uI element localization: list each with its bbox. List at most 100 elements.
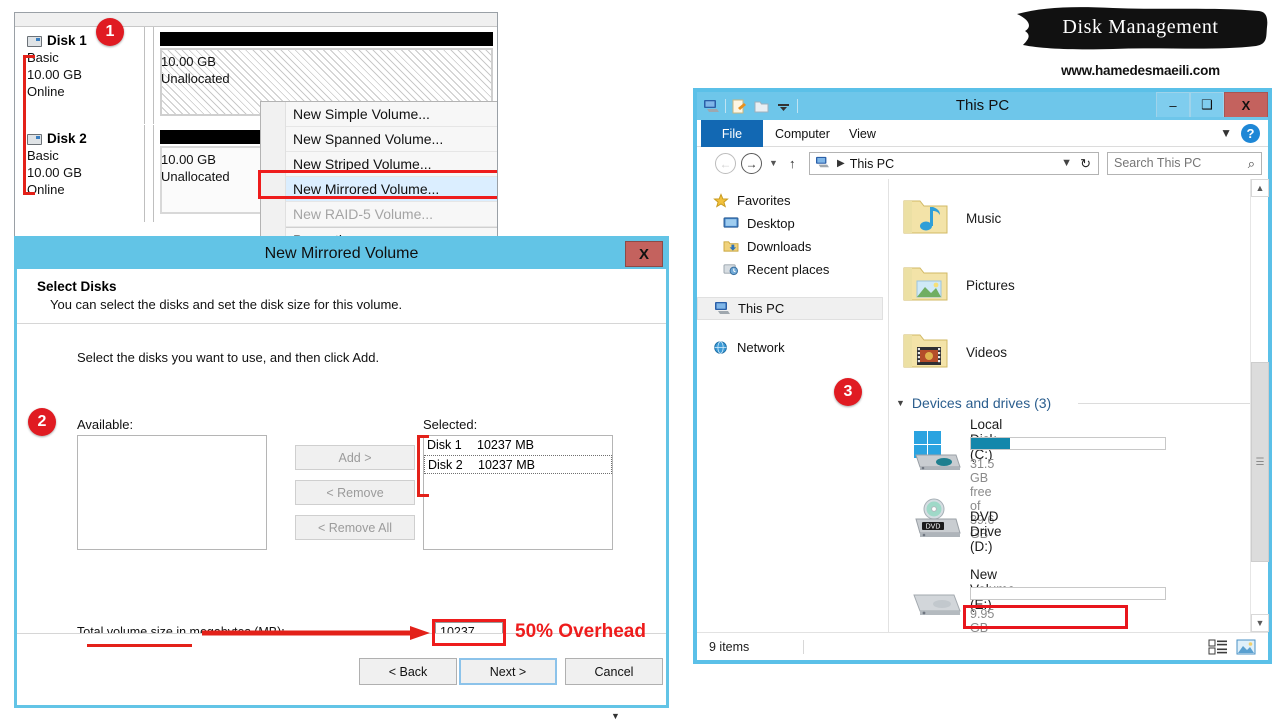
close-icon[interactable]: X	[625, 241, 663, 267]
downloads-icon	[723, 239, 740, 254]
annotation-bracket-selected-disks	[417, 435, 429, 497]
remove-disk-button: < Remove	[295, 480, 415, 505]
list-item-label: Pictures	[966, 277, 1015, 293]
annotation-underline-total-label	[87, 644, 192, 647]
selected-disks-listbox[interactable]: Disk 1 10237 MB Disk 2 10237 MB	[423, 435, 613, 550]
explorer-navigation-pane[interactable]: Favorites Desktop Downloads Recent place…	[697, 179, 889, 632]
sidebar-item-desktop[interactable]: Desktop	[697, 212, 888, 235]
network-icon	[713, 340, 730, 355]
dialog-content: Select the disks you want to use, and th…	[17, 325, 666, 721]
list-item[interactable]: Pictures	[900, 254, 1015, 316]
breadcrumb: This PC	[849, 156, 895, 171]
drive-capacity-bar	[970, 587, 1166, 600]
list-item-label: Music	[966, 210, 1002, 226]
annotation-badge-2: 2	[28, 408, 56, 436]
large-icons-view-icon[interactable]	[1236, 638, 1256, 656]
dialog-header: Select Disks You can select the disks an…	[17, 269, 666, 324]
back-icon[interactable]: ←	[715, 153, 736, 174]
recent-locations-chevron-icon[interactable]: ▼	[769, 158, 778, 168]
menu-item-new-mirrored-volume[interactable]: New Mirrored Volume...	[261, 177, 497, 202]
explorer-titlebar: This PC – ❑ X	[697, 92, 1268, 120]
collapse-triangle-icon[interactable]: ▼	[896, 398, 905, 408]
dialog-step-subtitle: You can select the disks and set the dis…	[50, 297, 403, 312]
sidebar-item-recent-places[interactable]: Recent places	[697, 258, 888, 281]
tab-file[interactable]: File	[701, 120, 763, 147]
brand-banner: Disk Management	[1013, 5, 1268, 50]
context-menu-icon-gutter	[261, 102, 286, 239]
tab-computer[interactable]: Computer	[775, 120, 830, 147]
available-disks-listbox[interactable]	[77, 435, 267, 550]
sidebar-item-network[interactable]: Network	[697, 336, 888, 359]
brand-title: Disk Management	[1062, 16, 1219, 38]
annotation-arrow-icon	[202, 626, 430, 640]
next-button[interactable]: Next >	[459, 658, 557, 685]
dvd-drive-icon: DVD	[908, 497, 964, 546]
add-disk-button: Add >	[295, 445, 415, 470]
sidebar-item-label: Network	[737, 340, 785, 355]
up-icon[interactable]: ↑	[789, 156, 796, 171]
selected-disk-row[interactable]: Disk 2 10237 MB	[424, 455, 612, 474]
sidebar-item-label: Downloads	[747, 239, 812, 254]
this-pc-icon	[714, 301, 731, 316]
menu-item-new-spanned-volume[interactable]: New Spanned Volume...	[261, 127, 497, 152]
chevron-down-icon[interactable]: ▼	[1220, 126, 1232, 140]
dialog-titlebar: New Mirrored Volume X	[17, 239, 666, 269]
sidebar-item-this-pc[interactable]: This PC	[697, 297, 883, 320]
refresh-icon[interactable]: ↻	[1080, 156, 1091, 172]
scrollbar-thumb[interactable]: ☰	[1251, 362, 1269, 562]
selected-disk-name: Disk 1	[427, 438, 462, 452]
cancel-button[interactable]: Cancel	[565, 658, 663, 685]
stepper-down-icon[interactable]: ▼	[607, 705, 624, 728]
window-controls[interactable]: – ❑ X	[1156, 92, 1268, 120]
disk-management-panel: Disk 1 Basic 10.00 GB Online 10.00 GB Un…	[14, 12, 498, 240]
sidebar-item-downloads[interactable]: Downloads	[697, 235, 888, 258]
scroll-down-icon[interactable]: ▼	[1251, 614, 1269, 632]
forward-icon[interactable]: →	[741, 153, 762, 174]
list-item-label: Videos	[966, 344, 1008, 360]
disk-management-header-strip	[15, 13, 497, 27]
menu-item-new-striped-volume[interactable]: New Striped Volume...	[261, 152, 497, 177]
explorer-status-bar: 9 items	[697, 632, 1268, 660]
disk-1-type: Basic	[27, 50, 59, 65]
svg-text:DVD: DVD	[926, 524, 941, 531]
videos-folder-icon	[900, 327, 952, 378]
back-button[interactable]: < Back	[359, 658, 457, 685]
disk-management-body: Disk 1 Basic 10.00 GB Online 10.00 GB Un…	[15, 27, 497, 239]
annotation-badge-3: 3	[834, 378, 862, 406]
disk-context-menu[interactable]: New Simple Volume... New Spanned Volume.…	[258, 101, 497, 239]
disk-1-info: Disk 1 Basic 10.00 GB Online	[21, 27, 145, 124]
sidebar-item-favorites[interactable]: Favorites	[697, 189, 888, 212]
selected-disk-row[interactable]: Disk 1 10237 MB	[424, 436, 612, 455]
address-path-field[interactable]: ▶ This PC ▼ ↻	[809, 152, 1099, 175]
search-input[interactable]: Search This PC ⌕	[1107, 152, 1262, 175]
close-icon[interactable]: X	[1224, 92, 1268, 117]
sidebar-item-label: This PC	[738, 301, 785, 316]
list-item[interactable]: Music	[900, 187, 1001, 249]
maximize-icon[interactable]: ❑	[1190, 92, 1224, 117]
selected-label: Selected:	[423, 417, 478, 432]
item-count-label: 9 items	[709, 640, 750, 654]
group-header-devices[interactable]: ▼ Devices and drives (3)	[896, 395, 1051, 411]
chevron-down-icon[interactable]: ▼	[1061, 157, 1072, 169]
disk-2-volume-size: 10.00 GB	[161, 152, 216, 167]
disk-1-label: Disk 1	[47, 33, 87, 48]
explorer-ribbon-tabs[interactable]: File Computer View ▼ ?	[697, 120, 1268, 147]
selected-disk-size: 10237 MB	[478, 458, 535, 472]
music-folder-icon	[900, 193, 952, 244]
content-scrollbar[interactable]: ▲ ☰ ▼	[1250, 179, 1269, 632]
menu-item-new-simple-volume[interactable]: New Simple Volume...	[261, 102, 497, 127]
desktop-icon	[723, 216, 740, 231]
details-view-icon[interactable]	[1208, 638, 1228, 656]
search-icon: ⌕	[1247, 156, 1255, 171]
hard-drive-icon	[908, 585, 964, 626]
status-separator	[803, 640, 804, 654]
help-icon[interactable]: ?	[1241, 124, 1260, 143]
minimize-icon[interactable]: –	[1156, 92, 1190, 117]
scroll-up-icon[interactable]: ▲	[1251, 179, 1269, 197]
list-item[interactable]: Videos	[900, 321, 1007, 383]
tab-view[interactable]: View	[849, 120, 876, 147]
group-header-label: Devices and drives (3)	[911, 395, 1052, 411]
sidebar-item-label: Desktop	[747, 216, 795, 231]
windows-drive-icon	[908, 429, 964, 478]
